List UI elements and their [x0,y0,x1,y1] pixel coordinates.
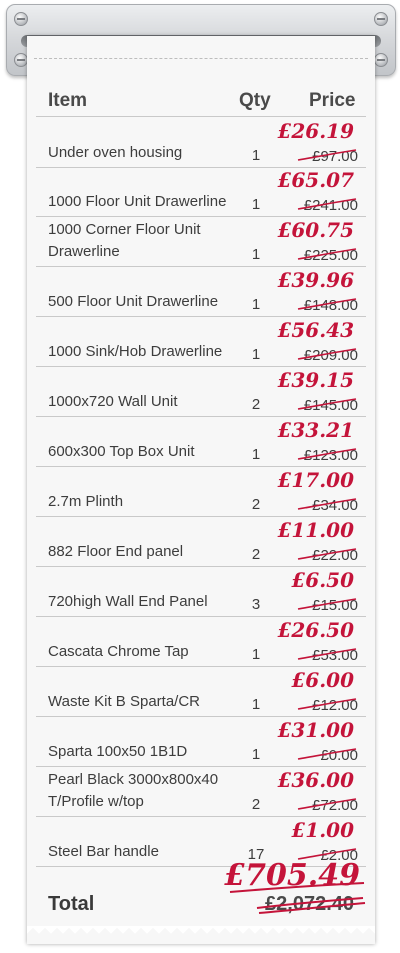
item-discounted-price: £6.00 [291,668,354,692]
item-original-price: £97.00 [312,148,358,165]
item-name: 1000 Sink/Hob Drawerline [48,343,223,360]
item-name: Cascata Chrome Tap [48,643,189,660]
item-qty: 2 [251,396,261,413]
item-discounted-price: £6.50 [291,568,354,592]
item-row: Cascata Chrome Tap 1 £53.00 £26.50 [36,616,366,667]
item-name: Under oven housing [48,144,183,161]
column-header-item: Item [48,90,88,111]
column-header-qty: Qty [239,90,271,111]
item-qty: 3 [251,596,261,613]
item-original-price: £145.00 [303,397,358,414]
column-header-price: Price [309,90,356,111]
item-qty: 1 [251,296,261,313]
item-row: 1000x720 Wall Unit 2 £145.00 £39.15 [36,366,366,417]
item-discounted-price: £39.96 [277,268,354,292]
item-name: Sparta 100x50 1B1D [48,743,188,760]
item-row: Waste Kit B Sparta/CR 1 £12.00 £6.00 [36,666,366,717]
item-qty: 2 [251,546,261,563]
item-original-price: £34.00 [312,497,358,514]
torn-edge [27,926,375,938]
screw-icon [374,12,388,26]
item-qty: 2 [251,796,261,813]
item-original-price: £241.00 [303,197,358,214]
item-qty: 1 [251,196,261,213]
item-qty: 1 [251,646,261,663]
screw-icon [14,53,28,67]
item-qty: 1 [251,746,261,763]
item-qty: 1 [251,346,261,363]
item-row: 882 Floor End panel 2 £22.00 £11.00 [36,516,366,567]
item-discounted-price: £17.00 [277,468,354,492]
item-name: 720high Wall End Panel [48,593,208,610]
item-row: Sparta 100x50 1B1D 1 £0.00 £31.00 [36,716,366,767]
item-name: 1000 Corner Floor Unit Drawerline [48,221,201,260]
screw-icon [14,12,28,26]
perforation-line [34,58,368,59]
item-qty: 1 [251,696,261,713]
item-row: 720high Wall End Panel 3 £15.00 £6.50 [36,566,366,617]
item-original-price: £225.00 [303,247,358,264]
screw-icon [374,53,388,67]
item-original-price: £15.00 [312,597,358,614]
item-row: 1000 Corner Floor Unit Drawerline 1 £225.0… [36,216,366,267]
item-discounted-price: £11.00 [277,518,354,542]
item-row: 500 Floor Unit Drawerline 1 £148.00 £39.96 [36,266,366,317]
item-original-price: £123.00 [303,447,358,464]
item-name: 600x300 Top Box Unit [48,443,195,460]
item-row: 600x300 Top Box Unit 1 £123.00 £33.21 [36,416,366,467]
item-row: 1000 Floor Unit Drawerline 1 £241.00 £65.07 [36,166,366,217]
item-discounted-price: £26.50 [277,618,354,642]
item-name: Waste Kit B Sparta/CR [48,693,200,710]
item-name: 2.7m Plinth [48,493,124,510]
item-name: Steel Bar handle [48,843,159,860]
item-discounted-price: £39.15 [277,368,354,392]
item-discounted-price: £31.00 [277,718,354,742]
item-qty: 1 [251,147,261,164]
item-original-price: £12.00 [312,697,358,714]
item-discounted-price: £1.00 [291,818,354,842]
item-row: 2.7m Plinth 2 £34.00 £17.00 [36,466,366,517]
item-original-price: £209.00 [303,347,358,364]
item-name: Pearl Black 3000x800x40 T/Profile w/top [48,771,219,810]
item-qty: 2 [251,496,261,513]
total-underline-mark [229,882,365,893]
item-row: Pearl Black 3000x800x40 T/Profile w/top 2… [36,766,366,817]
item-original-price: £22.00 [312,547,358,564]
item-name: 1000x720 Wall Unit [48,393,178,410]
item-original-price: £148.00 [303,297,358,314]
item-discounted-price: £56.43 [277,318,354,342]
total-label: Total [48,893,95,915]
item-name: 882 Floor End panel [48,543,184,560]
item-original-price: £53.00 [312,647,358,664]
item-row: 1000 Sink/Hob Drawerline 1 £209.00 £56.43 [36,316,366,367]
item-original-price: £72.00 [312,797,358,814]
item-qty: 1 [251,446,261,463]
item-discounted-price: £36.00 [277,768,354,792]
item-name: 500 Floor Unit Drawerline [48,293,219,310]
item-discounted-price: £60.75 [277,218,354,242]
item-discounted-price: £33.21 [277,418,354,442]
item-original-price: £0.00 [320,747,358,764]
item-discounted-price: £26.19 [277,119,354,143]
item-name: 1000 Floor Unit Drawerline [48,193,227,210]
item-qty: 1 [251,246,261,263]
item-row: Under oven housing 1 £97.00 £26.19 [36,116,366,168]
item-discounted-price: £65.07 [277,168,354,192]
